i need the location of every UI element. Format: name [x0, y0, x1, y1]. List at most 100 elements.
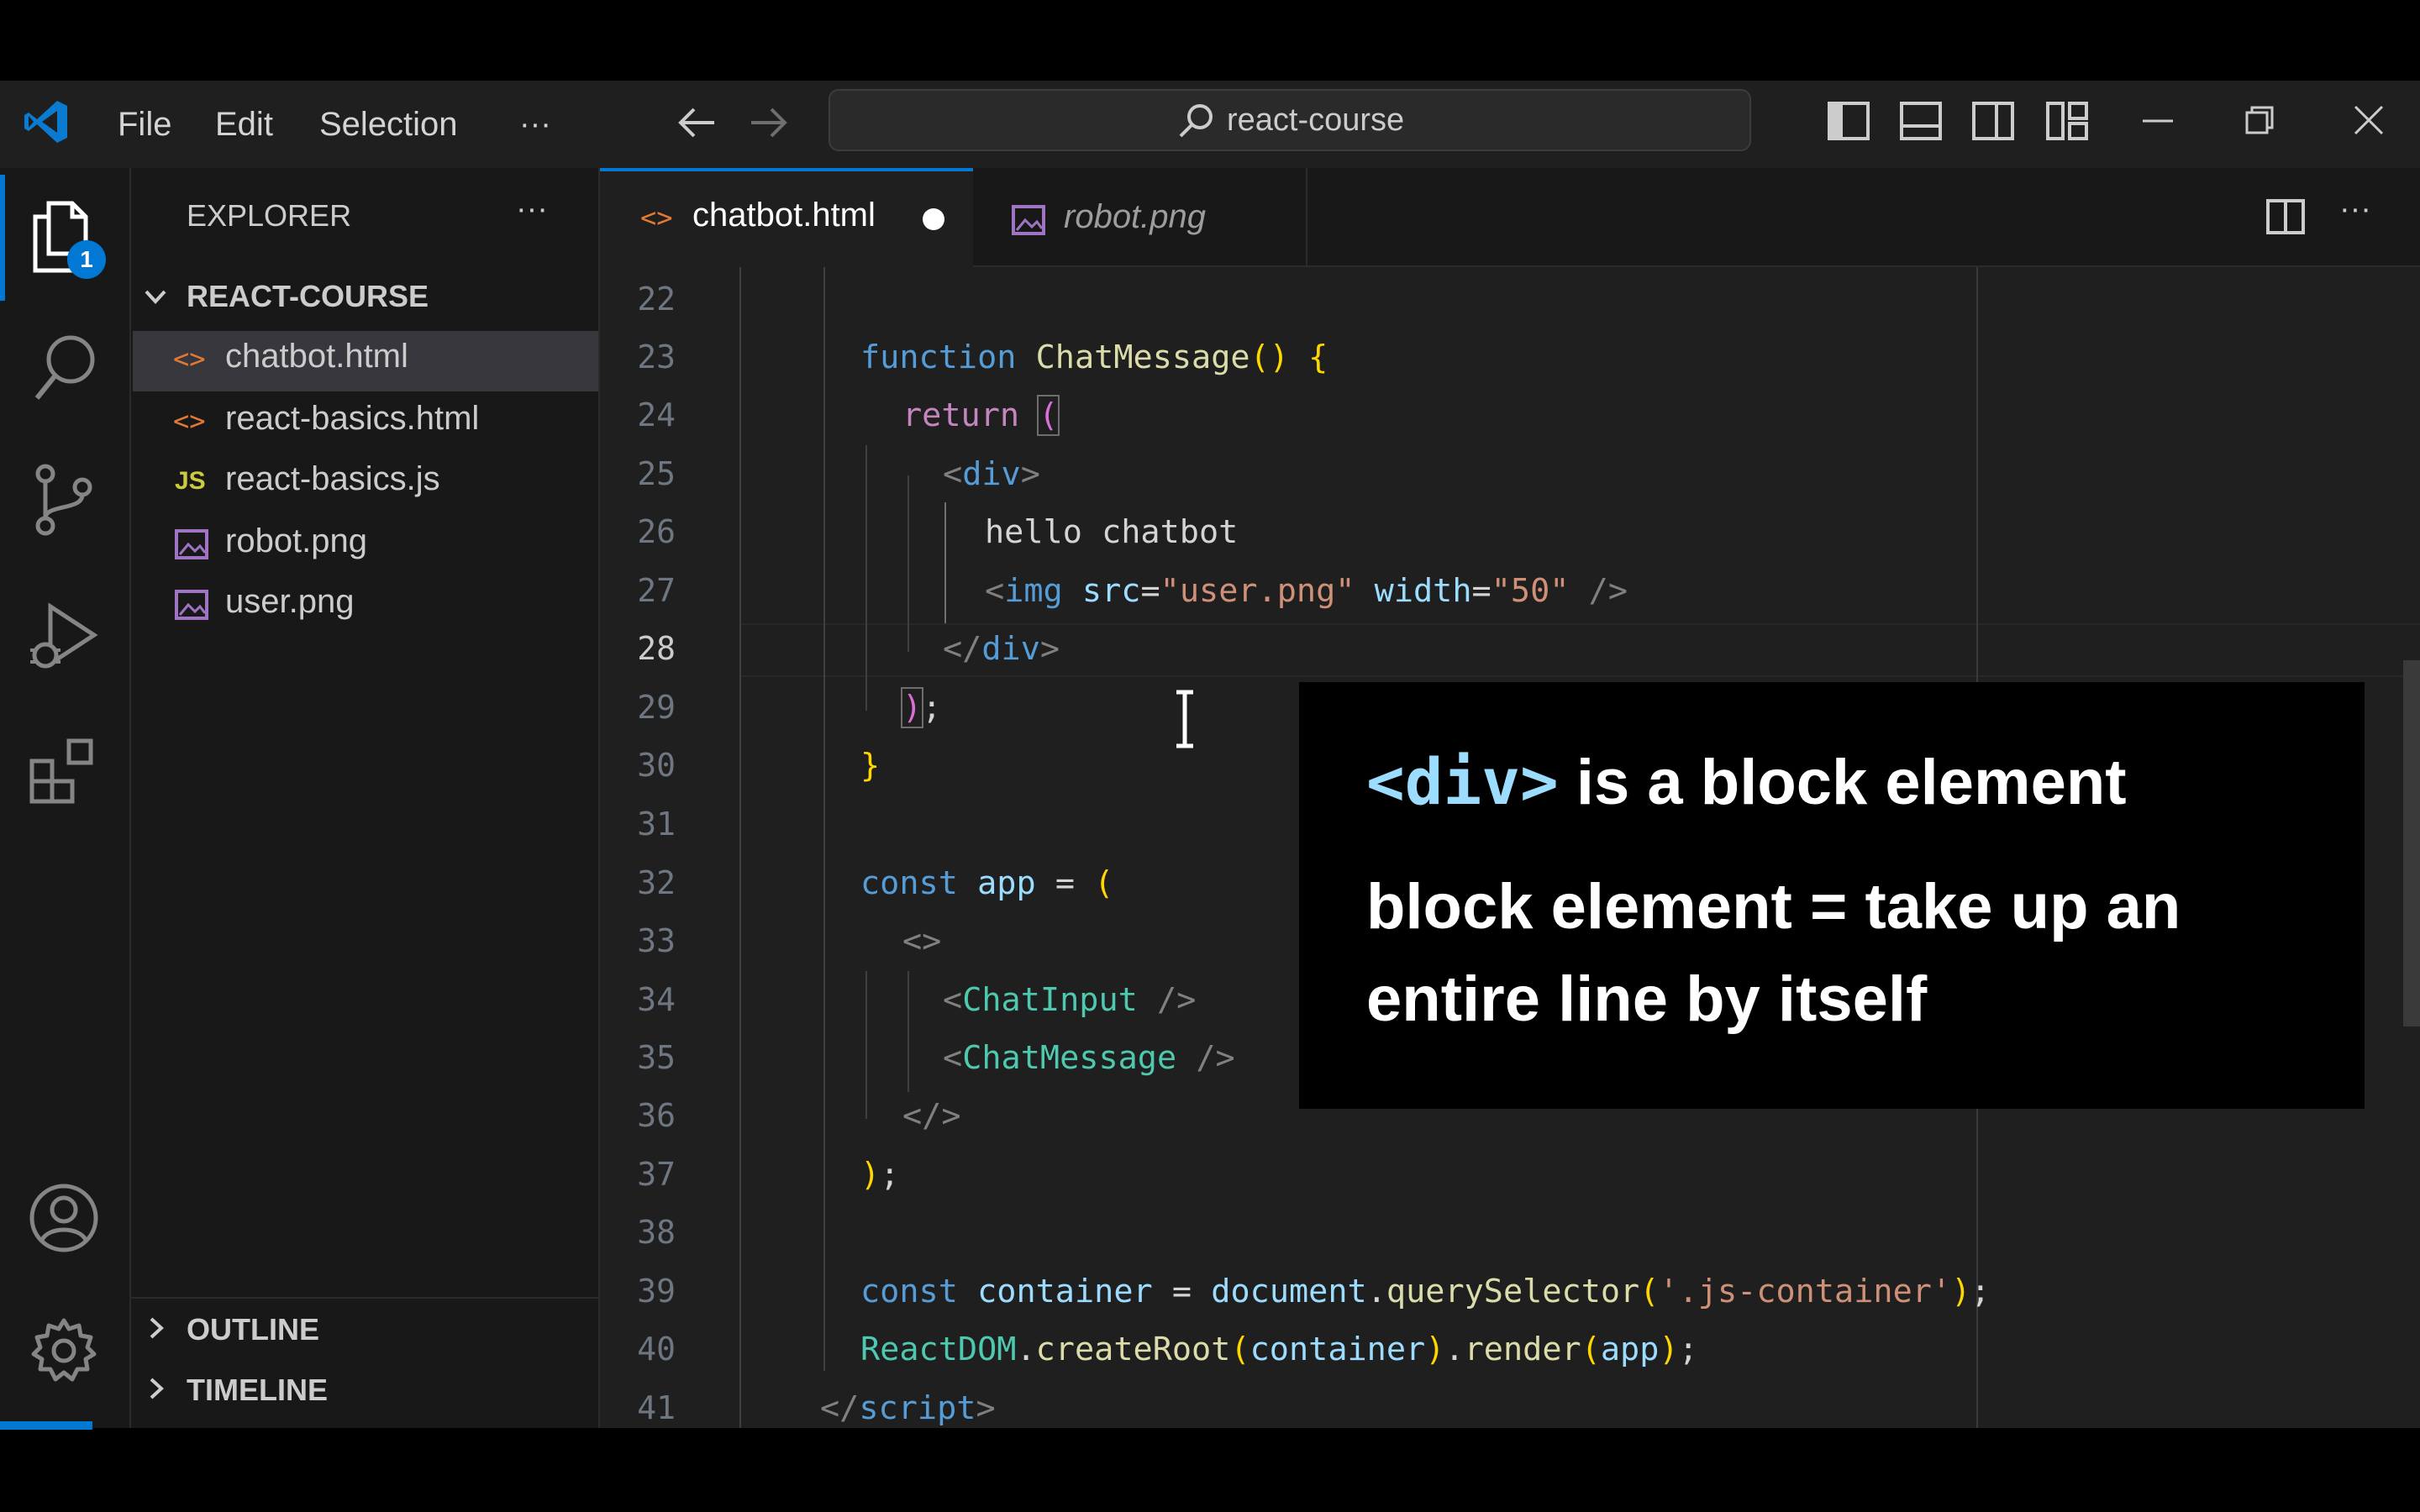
tab-label: robot.png — [1064, 198, 1207, 235]
file-name: chatbot.html — [225, 338, 408, 375]
line-number: 26 — [637, 513, 676, 550]
chevron-right-icon[interactable] — [146, 1315, 166, 1345]
explorer-badge: 1 — [67, 240, 106, 279]
explorer-title: EXPLORER — [187, 198, 352, 233]
tab-label: chatbot.html — [692, 197, 876, 234]
line-number: 34 — [637, 981, 676, 1018]
line-number: 30 — [637, 747, 676, 784]
code-line: } — [860, 747, 881, 785]
top-black-band — [0, 0, 2420, 81]
indent-guide — [865, 445, 867, 711]
code-line: ); — [900, 687, 942, 728]
restore-icon[interactable] — [2245, 106, 2274, 134]
settings-gear-icon[interactable] — [29, 1315, 99, 1386]
close-icon[interactable] — [2353, 104, 2385, 136]
code-line: </> — [902, 1097, 961, 1135]
search-text: react-course — [1227, 102, 1405, 138]
image-file-icon — [1012, 205, 1045, 239]
source-control-icon[interactable] — [30, 462, 97, 538]
timeline-section[interactable]: TIMELINE — [187, 1373, 328, 1408]
menu-more-icon[interactable]: ··· — [519, 81, 551, 168]
indent-guide — [865, 971, 867, 1119]
html-file-icon: <> — [173, 405, 206, 437]
overlay-line-3: entire line by itself — [1366, 963, 1928, 1035]
file-name: react-basics.js — [225, 460, 440, 497]
file-name: robot.png — [225, 522, 368, 559]
code-line: <> — [902, 922, 942, 960]
sidebar-divider — [131, 1297, 598, 1299]
menu-selection[interactable]: Selection — [319, 81, 458, 168]
line-number: 33 — [637, 922, 676, 959]
folder-react-course[interactable]: REACT-COURSE — [187, 279, 429, 314]
forward-arrow-icon[interactable] — [748, 104, 790, 141]
run-debug-icon[interactable] — [25, 600, 101, 675]
code-line: const container = document.querySelector… — [860, 1273, 1991, 1310]
search-view-icon[interactable] — [32, 333, 99, 405]
line-number: 32 — [637, 864, 676, 901]
account-icon[interactable] — [29, 1183, 99, 1253]
indent-guide — [908, 475, 909, 652]
line-number-current: 28 — [637, 630, 676, 667]
menu-file[interactable]: File — [118, 81, 171, 168]
code-line: const app = ( — [860, 864, 1114, 902]
vscode-logo-icon — [22, 97, 71, 146]
indent-guide — [908, 971, 909, 1092]
customize-layout-icon[interactable] — [2045, 101, 2089, 141]
overlay-code-div: <div> — [1366, 744, 1559, 819]
indent-guide-active — [944, 502, 946, 623]
unsaved-dot-icon[interactable] — [923, 208, 944, 230]
editor-scrollbar-thumb[interactable] — [2403, 660, 2420, 1026]
code-line: <div> — [943, 455, 1040, 493]
line-number: 35 — [637, 1039, 676, 1076]
line-number: 31 — [637, 806, 676, 843]
line-number: 38 — [637, 1214, 676, 1251]
overlay-text: is a block element — [1558, 747, 2127, 818]
html-file-icon: <> — [173, 343, 206, 375]
explorer-more-icon[interactable]: ··· — [516, 192, 548, 228]
js-file-icon: JS — [175, 467, 206, 495]
code-line: return ( — [902, 395, 1060, 436]
search-icon — [1176, 102, 1215, 141]
toggle-primary-sidebar-icon[interactable] — [1827, 101, 1870, 141]
status-bar-remote-indicator[interactable] — [0, 1421, 92, 1430]
split-editor-icon[interactable] — [2265, 198, 2306, 235]
html-file-icon: <> — [640, 202, 673, 234]
toggle-secondary-sidebar-icon[interactable] — [1971, 101, 2015, 141]
code-line: <ChatInput /> — [943, 981, 1197, 1019]
toggle-panel-icon[interactable] — [1899, 101, 1943, 141]
overlay-line-2: block element = take up an — [1366, 871, 2181, 942]
chevron-right-icon[interactable] — [146, 1376, 166, 1405]
editor-more-actions-icon[interactable]: ··· — [2339, 192, 2371, 228]
image-file-icon — [175, 590, 208, 624]
code-line: ReactDOM.createRoot(container).render(ap… — [860, 1331, 1698, 1368]
back-arrow-icon[interactable] — [676, 104, 718, 141]
file-name: user.png — [225, 583, 355, 620]
line-number: 25 — [637, 455, 676, 492]
extensions-icon[interactable] — [29, 736, 99, 806]
line-number: 29 — [637, 689, 676, 726]
line-number: 23 — [637, 339, 676, 375]
code-line: </div> — [943, 630, 1060, 668]
line-number: 40 — [637, 1331, 676, 1368]
minimize-icon[interactable] — [2141, 118, 2175, 124]
line-number: 37 — [637, 1156, 676, 1193]
file-name: react-basics.html — [225, 400, 480, 437]
indent-guide — [823, 267, 825, 1371]
menu-edit[interactable]: Edit — [215, 81, 273, 168]
chevron-down-icon[interactable] — [143, 284, 168, 313]
line-number: 39 — [637, 1273, 676, 1310]
text-cursor-icon — [1173, 689, 1197, 753]
code-line: function ChatMessage() { — [860, 339, 1328, 376]
code-line: <ChatMessage /> — [943, 1039, 1235, 1077]
code-line: hello chatbot — [985, 513, 1239, 551]
image-file-icon — [175, 529, 208, 564]
line-number: 36 — [637, 1097, 676, 1134]
line-number: 22 — [637, 281, 676, 318]
bottom-black-band — [0, 1428, 2420, 1512]
code-line: <img src="user.png" width="50" /> — [985, 572, 1628, 610]
line-number: 24 — [637, 396, 676, 433]
overlay-line-1: <div> is a block element — [1366, 744, 2127, 819]
indent-guide — [739, 267, 741, 1428]
outline-section[interactable]: OUTLINE — [187, 1312, 319, 1347]
line-number: 27 — [637, 572, 676, 609]
